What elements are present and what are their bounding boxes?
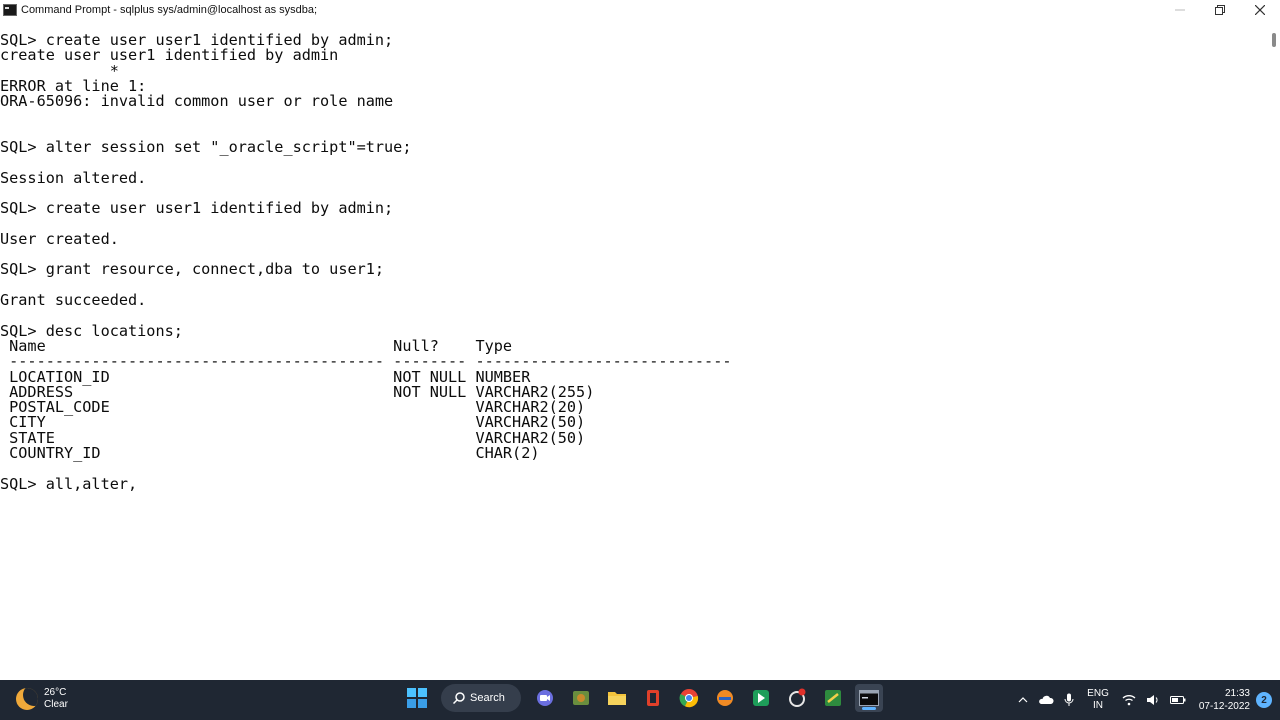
- language-region: IN: [1093, 700, 1103, 711]
- microphone-button[interactable]: [1064, 693, 1074, 707]
- close-icon: [1255, 5, 1265, 15]
- weather-widget[interactable]: 26°C Clear: [16, 687, 68, 711]
- system-tray: ENG IN 21:33 07-12-2022 2: [1013, 680, 1280, 720]
- chevron-up-icon: [1018, 697, 1028, 703]
- console-line: ORA-65096: invalid common user or role n…: [0, 92, 394, 111]
- window-controls: [1160, 0, 1280, 20]
- meet-button[interactable]: [531, 684, 559, 712]
- chrome-icon: [679, 689, 699, 708]
- window-title: Command Prompt - sqlplus sys/admin@local…: [21, 4, 318, 16]
- clock-time: 21:33: [1224, 688, 1250, 699]
- app-icon: [825, 690, 841, 706]
- app-button-4[interactable]: [783, 684, 811, 712]
- title-bar[interactable]: Command Prompt - sqlplus sys/admin@local…: [0, 0, 1280, 20]
- app-button-3[interactable]: [747, 684, 775, 712]
- file-explorer-button[interactable]: [603, 684, 631, 712]
- terminal-button[interactable]: [855, 684, 883, 712]
- console-line: User created.: [0, 229, 119, 248]
- cloud-icon: [1039, 695, 1054, 704]
- notification-badge[interactable]: 2: [1256, 692, 1272, 708]
- console-line: SQL> alter session set "_oracle_script"=…: [0, 138, 412, 157]
- office-icon: [647, 690, 659, 706]
- app-icon: [573, 691, 589, 705]
- restore-icon: [1215, 5, 1225, 15]
- app-button-1[interactable]: [567, 684, 595, 712]
- language-code: ENG: [1087, 688, 1109, 699]
- close-button[interactable]: [1240, 0, 1280, 20]
- office-button[interactable]: [639, 684, 667, 712]
- console-line: SQL> all,alter,: [0, 474, 138, 493]
- console-line: create user user1 identified by admin: [0, 46, 339, 65]
- clock[interactable]: 21:33 07-12-2022: [1199, 687, 1250, 713]
- console-output[interactable]: SQL> create user user1 identified by adm…: [0, 33, 1262, 678]
- meet-icon: [537, 690, 553, 706]
- terminal-icon: [859, 690, 879, 706]
- vertical-scrollbar[interactable]: [1263, 20, 1280, 678]
- console-line: SQL> grant resource, connect,dba to user…: [0, 260, 385, 279]
- volume-button[interactable]: [1146, 694, 1160, 706]
- taskbar: 26°C Clear Search ENG IN 21:33 07-12-202…: [0, 680, 1280, 720]
- battery-icon: [1169, 696, 1186, 704]
- minimize-button[interactable]: [1160, 0, 1200, 20]
- console-line: Grant succeeded.: [0, 291, 147, 310]
- weather-temp: 26°C: [44, 687, 67, 698]
- console-line: COUNTRY_ID CHAR(2): [0, 444, 540, 463]
- console-text: SQL> create user user1 identified by adm…: [0, 33, 1262, 492]
- console-line: Session altered.: [0, 168, 147, 187]
- battery-button[interactable]: [1169, 695, 1186, 705]
- search-label: Search: [470, 692, 505, 704]
- cmd-icon: [3, 4, 17, 16]
- taskbar-apps: Search: [399, 684, 887, 712]
- app-icon: [753, 690, 769, 706]
- active-indicator: [862, 707, 876, 710]
- folder-icon: [608, 692, 626, 705]
- wifi-icon: [1122, 695, 1136, 706]
- app-button-2[interactable]: [711, 684, 739, 712]
- clock-date: 07-12-2022: [1198, 701, 1250, 712]
- minimize-icon: [1175, 9, 1185, 11]
- language-indicator[interactable]: ENG IN: [1087, 688, 1109, 712]
- search-icon: [453, 692, 465, 704]
- windows-icon: [407, 688, 427, 708]
- console-line: *: [0, 61, 119, 80]
- wifi-button[interactable]: [1122, 694, 1136, 706]
- weather-condition: Clear: [44, 699, 68, 710]
- chrome-button[interactable]: [675, 684, 703, 712]
- onedrive-button[interactable]: [1038, 695, 1054, 705]
- scrollbar-thumb[interactable]: [1272, 33, 1276, 47]
- start-button[interactable]: [403, 684, 431, 712]
- app-icon: [789, 688, 806, 707]
- taskbar-search[interactable]: Search: [441, 684, 521, 712]
- app-icon: [717, 690, 733, 706]
- microphone-icon: [1064, 693, 1074, 706]
- restore-button[interactable]: [1200, 0, 1240, 20]
- speaker-icon: [1146, 695, 1158, 705]
- console-line: SQL> create user user1 identified by adm…: [0, 199, 394, 218]
- show-hidden-icons-button[interactable]: [1018, 697, 1028, 703]
- moon-icon: [16, 688, 38, 710]
- app-button-5[interactable]: [819, 684, 847, 712]
